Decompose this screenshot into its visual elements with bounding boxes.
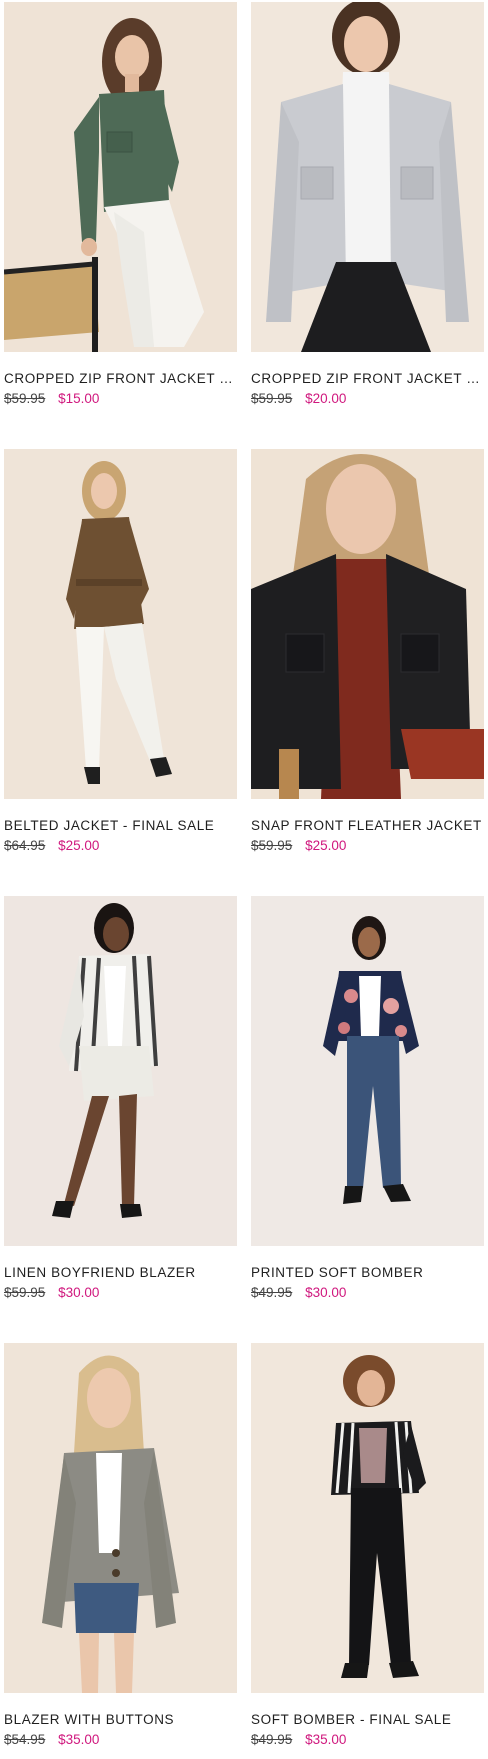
- sale-price: $25.00: [305, 838, 347, 853]
- sale-price: $30.00: [305, 1285, 347, 1300]
- product-price: $59.95 $30.00: [4, 1284, 237, 1301]
- product-price: $54.95 $35.00: [4, 1731, 237, 1748]
- sale-price: $35.00: [305, 1732, 347, 1747]
- product-card[interactable]: SNAP FRONT FLEATHER JACKET $59.95 $25.00: [251, 449, 484, 854]
- product-price: $59.95 $25.00: [251, 837, 484, 854]
- product-card[interactable]: SOFT BOMBER - FINAL SALE $49.95 $35.00: [251, 1343, 484, 1748]
- product-name[interactable]: LINEN BOYFRIEND BLAZER: [4, 1264, 237, 1281]
- original-price: $64.95: [4, 838, 46, 853]
- product-card[interactable]: BLAZER WITH BUTTONS $54.95 $35.00: [4, 1343, 237, 1748]
- sale-price: $15.00: [58, 391, 100, 406]
- product-card[interactable]: CROPPED ZIP FRONT JACKET - FINAL SALE $5…: [251, 2, 484, 407]
- sale-price: $20.00: [305, 391, 347, 406]
- original-price: $54.95: [4, 1732, 46, 1747]
- product-name[interactable]: CROPPED ZIP FRONT JACKET - FINAL SALE: [4, 370, 237, 387]
- original-price: $59.95: [4, 1285, 46, 1300]
- product-price: $49.95 $35.00: [251, 1731, 484, 1748]
- product-image[interactable]: [251, 896, 484, 1246]
- product-name[interactable]: BLAZER WITH BUTTONS: [4, 1711, 237, 1728]
- product-price: $59.95 $15.00: [4, 390, 237, 407]
- product-card[interactable]: PRINTED SOFT BOMBER $49.95 $30.00: [251, 896, 484, 1301]
- product-price: $59.95 $20.00: [251, 390, 484, 407]
- product-image[interactable]: [4, 449, 237, 799]
- original-price: $49.95: [251, 1732, 293, 1747]
- original-price: $59.95: [251, 838, 293, 853]
- product-card[interactable]: BELTED JACKET - FINAL SALE $64.95 $25.00: [4, 449, 237, 854]
- sale-price: $35.00: [58, 1732, 100, 1747]
- product-name[interactable]: SOFT BOMBER - FINAL SALE: [251, 1711, 484, 1728]
- product-image[interactable]: [251, 2, 484, 352]
- original-price: $59.95: [4, 391, 46, 406]
- original-price: $59.95: [251, 391, 293, 406]
- product-price: $64.95 $25.00: [4, 837, 237, 854]
- product-price: $49.95 $30.00: [251, 1284, 484, 1301]
- product-image[interactable]: [251, 449, 484, 799]
- product-image[interactable]: [4, 1343, 237, 1693]
- sale-price: $25.00: [58, 838, 100, 853]
- product-image[interactable]: [251, 1343, 484, 1693]
- product-card[interactable]: CROPPED ZIP FRONT JACKET - FINAL SALE $5…: [4, 2, 237, 407]
- sale-price: $30.00: [58, 1285, 100, 1300]
- original-price: $49.95: [251, 1285, 293, 1300]
- product-name[interactable]: SNAP FRONT FLEATHER JACKET: [251, 817, 484, 834]
- product-name[interactable]: BELTED JACKET - FINAL SALE: [4, 817, 237, 834]
- product-card[interactable]: LINEN BOYFRIEND BLAZER $59.95 $30.00: [4, 896, 237, 1301]
- product-image[interactable]: [4, 2, 237, 352]
- product-image[interactable]: [4, 896, 237, 1246]
- product-name[interactable]: PRINTED SOFT BOMBER: [251, 1264, 484, 1281]
- product-name[interactable]: CROPPED ZIP FRONT JACKET - FINAL SALE: [251, 370, 484, 387]
